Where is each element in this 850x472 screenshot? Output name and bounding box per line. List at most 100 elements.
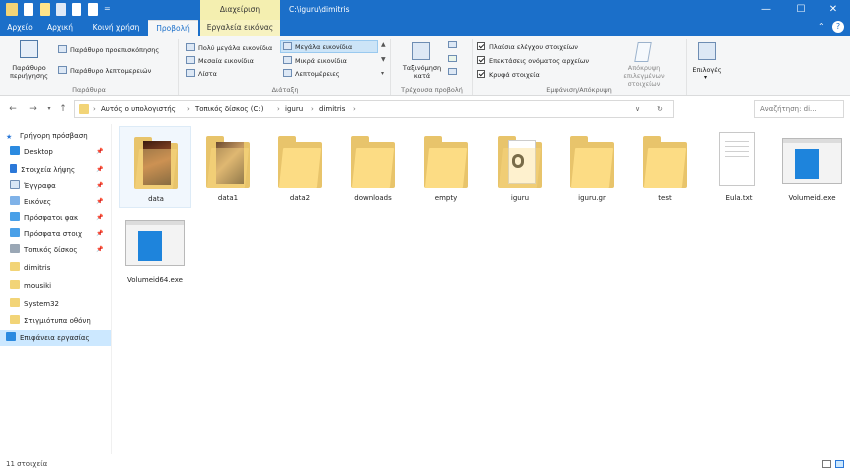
- pin-icon[interactable]: 📌: [96, 166, 103, 173]
- hidden-items-toggle[interactable]: Κρυφά στοιχεία: [477, 69, 540, 81]
- layout-large[interactable]: Μεγάλα εικονίδια: [283, 41, 352, 53]
- sidebar-item-mousiki[interactable]: mousiki: [10, 278, 51, 294]
- layout-small[interactable]: Μικρά εικονίδια: [283, 55, 347, 67]
- file-item-test[interactable]: test: [629, 126, 701, 208]
- sidebar-item-dimitris[interactable]: dimitris: [10, 260, 50, 276]
- sort-by-icon[interactable]: [412, 42, 430, 60]
- pin-icon[interactable]: 📌: [96, 198, 103, 205]
- sidebar-item-label: Στιγμιότυπα οθόνη: [24, 317, 91, 325]
- layout-scroll-down-icon[interactable]: ▼: [381, 56, 386, 63]
- layout-medium[interactable]: Μεσαία εικονίδια: [186, 55, 254, 67]
- large-icons-view-icon[interactable]: [835, 460, 844, 468]
- pin-icon[interactable]: 📌: [96, 182, 103, 189]
- file-item-eula-txt[interactable]: Eula.txt: [703, 126, 775, 208]
- hide-selected-icon[interactable]: [634, 42, 652, 62]
- sidebar-item-desktop[interactable]: Desktop: [10, 144, 53, 160]
- properties-icon[interactable]: [24, 3, 33, 16]
- file-item-volumeid64-exe[interactable]: Volumeid64.exe: [119, 208, 191, 290]
- layout-extra-large[interactable]: Πολύ μεγάλα εικονίδια: [186, 42, 272, 54]
- tab-file[interactable]: Αρχείο: [2, 20, 38, 36]
- checkbox-label: Επεκτάσεις ονόματος αρχείων: [489, 57, 590, 65]
- hide-selected-button[interactable]: Απόκρυψη επιλεγμένων στοιχείων: [608, 64, 680, 88]
- breadcrumb-dimitris[interactable]: dimitris: [319, 101, 345, 118]
- search-input[interactable]: Αναζήτηση: di...: [754, 100, 844, 118]
- new-folder-icon[interactable]: [40, 3, 50, 16]
- refresh-icon[interactable]: ↻: [657, 101, 663, 118]
- layout-details[interactable]: Λεπτομέρειες: [283, 68, 340, 80]
- layout-list[interactable]: Λίστα: [186, 68, 217, 80]
- sidebar-item-desktop-root[interactable]: Επιφάνεια εργασίας: [6, 330, 90, 346]
- sidebar-item-pictures[interactable]: Εικόνες: [10, 194, 51, 210]
- sidebar-item-local-disk[interactable]: Τοπικός δίσκος: [10, 242, 78, 258]
- up-button[interactable]: ↑: [56, 102, 70, 116]
- sidebar-item-documents[interactable]: Έγγραφα: [10, 178, 56, 194]
- tab-share[interactable]: Κοινή χρήση: [84, 20, 148, 36]
- file-item-volumeid-exe[interactable]: Volumeid.exe: [776, 126, 848, 208]
- maximize-button[interactable]: ☐: [784, 0, 818, 20]
- options-button[interactable]: Επιλογές: [688, 66, 726, 74]
- back-button[interactable]: ←: [6, 102, 20, 116]
- options-dropdown-icon[interactable]: ▾: [704, 74, 707, 81]
- file-item-data1[interactable]: data1: [192, 126, 264, 208]
- forward-button[interactable]: →: [26, 102, 40, 116]
- drive-icon: [10, 244, 20, 253]
- breadcrumb-iguru[interactable]: iguru: [285, 101, 303, 118]
- tab-view[interactable]: Προβολή: [148, 20, 198, 36]
- details-pane-icon: [58, 66, 67, 74]
- sidebar-item-recent-items[interactable]: Πρόσφατα στοιχ: [10, 226, 82, 242]
- details-pane-button[interactable]: Παράθυρο λεπτομερειών: [58, 65, 151, 77]
- file-item-downloads[interactable]: downloads: [337, 126, 409, 208]
- layout-scroll-up-icon[interactable]: ▲: [381, 41, 386, 48]
- item-checkboxes-toggle[interactable]: Πλαίσια ελέγχου στοιχείων: [477, 41, 578, 53]
- sidebar-item-downloads[interactable]: Στοιχεία λήψης: [10, 162, 75, 178]
- add-columns-icon[interactable]: [448, 55, 457, 62]
- recent-locations-icon[interactable]: ▾: [42, 102, 56, 116]
- file-item-iguru[interactable]: iguru: [484, 126, 556, 208]
- size-columns-icon[interactable]: [448, 68, 457, 75]
- ribbon-divider: [472, 39, 473, 95]
- pin-icon[interactable]: 📌: [96, 230, 103, 237]
- layout-expand-icon[interactable]: ▾: [381, 70, 384, 77]
- file-item-iguru-gr[interactable]: iguru.gr: [556, 126, 628, 208]
- group-label-current-view: Τρέχουσα προβολή: [401, 86, 463, 94]
- file-name: Volumeid64.exe: [127, 276, 183, 284]
- ribbon-collapse-icon[interactable]: ⌃: [818, 22, 825, 31]
- file-name: downloads: [354, 194, 392, 202]
- navigation-pane-button[interactable]: Παράθυρο περιήγησης: [4, 64, 54, 80]
- checkbox-icon: [477, 42, 485, 50]
- file-item-data2[interactable]: data2: [264, 126, 336, 208]
- file-item-empty[interactable]: empty: [410, 126, 482, 208]
- close-button[interactable]: ✕: [816, 0, 850, 20]
- tab-home[interactable]: Αρχική: [40, 20, 80, 36]
- sidebar-item-recent-folders[interactable]: Πρόσφατοι φακ: [10, 210, 78, 226]
- minimize-button[interactable]: —: [749, 0, 783, 20]
- preview-pane-button[interactable]: Παράθυρο προεπισκόπησης: [58, 44, 159, 56]
- sidebar-item-label: dimitris: [24, 264, 51, 272]
- breadcrumb-local-disk[interactable]: Τοπικός δίσκος (C:): [195, 101, 263, 118]
- rename-icon[interactable]: [88, 3, 98, 16]
- file-item-data[interactable]: data: [119, 126, 191, 208]
- help-icon[interactable]: ?: [832, 21, 844, 33]
- options-icon[interactable]: [698, 42, 716, 60]
- redo-icon[interactable]: [72, 3, 81, 16]
- pin-icon[interactable]: 📌: [96, 148, 103, 155]
- breadcrumb-this-pc[interactable]: Αυτός ο υπολογιστής: [101, 101, 176, 118]
- pin-icon[interactable]: 📌: [96, 214, 103, 221]
- file-extensions-toggle[interactable]: Επεκτάσεις ονόματος αρχείων: [477, 55, 589, 67]
- tab-picture-tools[interactable]: Εργαλεία εικόνας: [200, 20, 280, 36]
- customize-qat-icon[interactable]: =: [104, 4, 111, 13]
- pin-icon[interactable]: 📌: [96, 246, 103, 253]
- group-by-icon[interactable]: [448, 41, 457, 48]
- address-dropdown-icon[interactable]: ∨: [635, 101, 640, 118]
- sort-by-button[interactable]: Ταξινόμηση κατά: [396, 64, 448, 80]
- sidebar-item-label: Desktop: [24, 148, 53, 156]
- navigation-pane-icon[interactable]: [20, 40, 38, 58]
- preview-pane-label: Παράθυρο προεπισκόπησης: [70, 46, 160, 54]
- address-bar[interactable]: › Αυτός ο υπολογιστής › Τοπικός δίσκος (…: [74, 100, 674, 118]
- sidebar-item-quick-access[interactable]: ★ Γρήγορη πρόσβαση: [6, 128, 88, 144]
- sidebar-item-system32[interactable]: System32: [10, 296, 59, 312]
- undo-icon[interactable]: [56, 3, 66, 16]
- sidebar-item-screenshots[interactable]: Στιγμιότυπα οθόνη: [10, 313, 91, 329]
- details-view-icon[interactable]: [822, 460, 831, 468]
- recent-items-icon: [10, 228, 20, 237]
